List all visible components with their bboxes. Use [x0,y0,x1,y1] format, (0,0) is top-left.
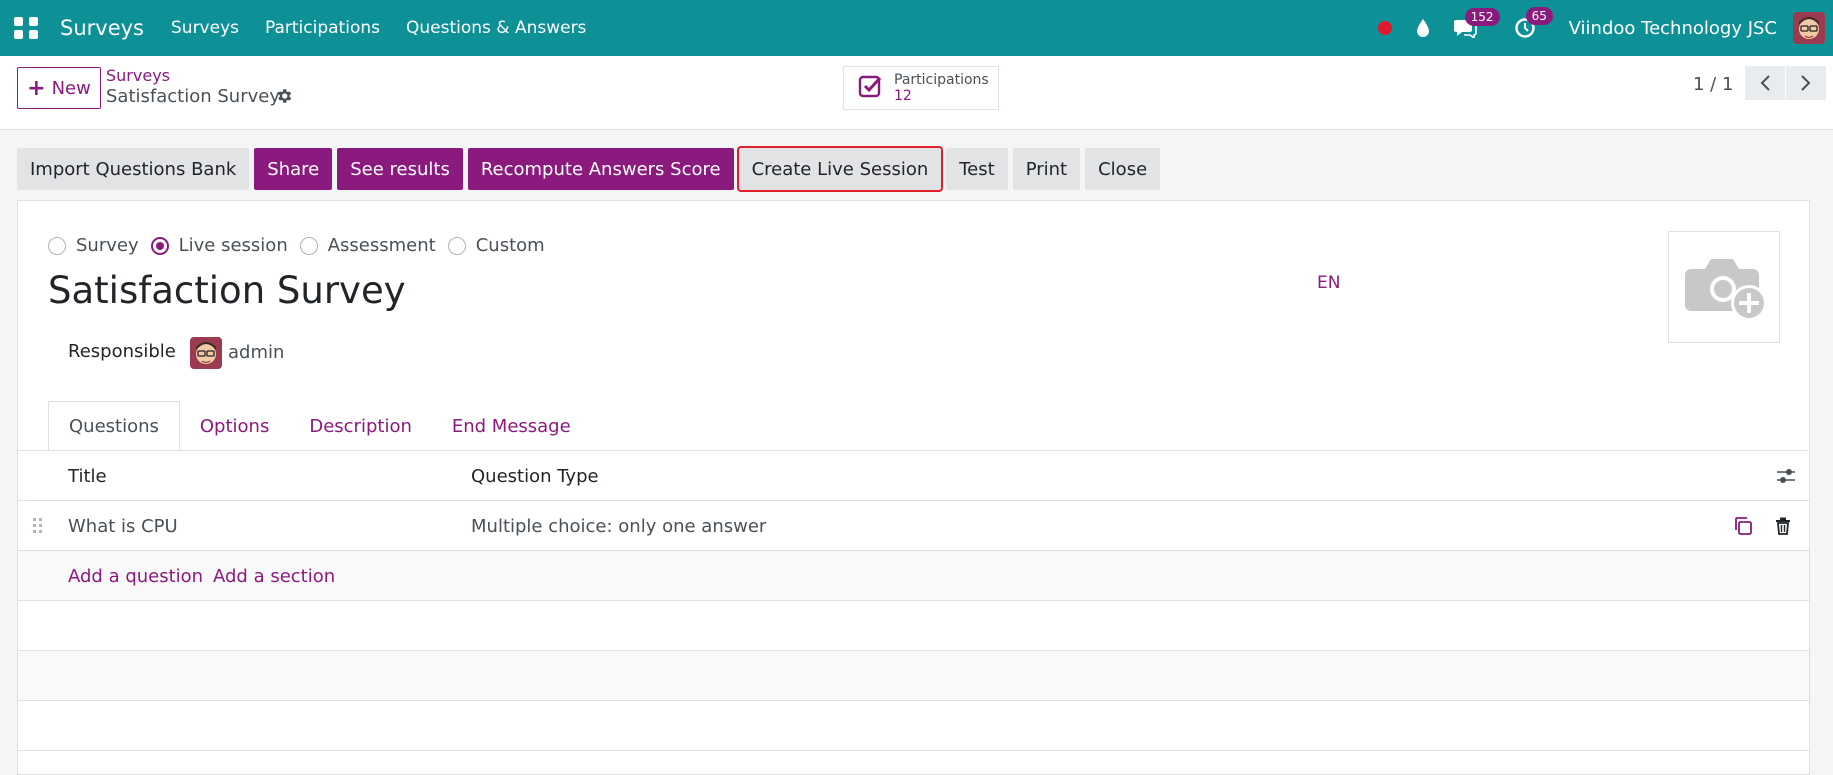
radio-label: Survey [76,235,139,256]
camera-add-icon [1685,259,1767,321]
chevron-left-icon [1760,75,1770,91]
breadcrumb-surveys[interactable]: Surveys [106,66,170,85]
tab-options[interactable]: Options [180,401,289,451]
test-button[interactable]: Test [946,148,1008,190]
user-avatar[interactable] [1793,12,1825,44]
recompute-answers-score-button[interactable]: Recompute Answers Score [467,148,734,190]
import-questions-bank-button[interactable]: Import Questions Bank [17,148,250,190]
activities-icon[interactable]: 65 [1514,7,1553,39]
checkbox-check-icon [858,74,884,102]
form-tabs: Questions Options Description End Messag… [48,401,591,451]
radio-survey[interactable]: Survey [48,235,139,256]
record-status-icon[interactable] [1377,20,1393,36]
new-button-label: New [51,77,91,99]
question-type-cell[interactable]: Multiple choice: only one answer [471,501,766,551]
optional-columns-icon[interactable] [1776,451,1796,501]
radio-circle-selected[interactable] [150,236,169,255]
questions-table: Title Question Type What is CPU Multiple… [18,451,1809,751]
drop-icon[interactable] [1415,18,1431,38]
form-sheet: Survey Live session Assessment Custom Sa… [17,200,1810,775]
menu-participations[interactable]: Participations [265,18,380,38]
table-row[interactable]: What is CPU Multiple choice: only one an… [18,501,1809,551]
radio-label: Assessment [327,235,436,256]
table-header-row: Title Question Type [18,451,1809,501]
plus-icon: + [27,75,46,101]
radio-label: Live session [178,235,288,256]
add-section-link[interactable]: Add a section [213,551,335,601]
responsible-avatar [190,337,222,369]
radio-label: Custom [475,235,545,256]
smart-button-value: 12 [894,88,912,104]
radio-circle[interactable] [48,236,66,255]
radio-assessment[interactable]: Assessment [299,235,436,256]
radio-circle[interactable] [299,236,318,255]
close-button[interactable]: Close [1085,148,1161,190]
drag-handle-icon[interactable] [32,501,44,551]
empty-table-row [18,651,1809,701]
menu-surveys[interactable]: Surveys [171,18,239,38]
radio-circle[interactable] [447,236,466,255]
activities-badge: 65 [1525,7,1553,25]
messages-icon[interactable]: 152 [1453,8,1500,38]
tab-questions[interactable]: Questions [48,401,180,451]
participations-smart-button[interactable]: Participations 12 [843,66,999,110]
pager-previous-button[interactable] [1745,66,1785,100]
responsible-name-field[interactable]: admin [228,342,284,363]
app-brand[interactable]: Surveys [60,16,144,40]
company-switcher[interactable]: Viindoo Technology JSC [1569,18,1777,39]
gear-icon[interactable] [275,87,293,109]
empty-table-row [18,701,1809,751]
pager-next-button[interactable] [1786,66,1826,100]
control-panel: + New Surveys Satisfaction Survey Partic… [0,56,1833,130]
survey-type-radio-group: Survey Live session Assessment Custom [48,235,557,256]
survey-title-input[interactable]: Satisfaction Survey [48,269,406,312]
language-button[interactable]: EN [1317,273,1340,293]
create-live-session-button[interactable]: Create Live Session [736,146,944,192]
form-action-bar: Import Questions Bank Share See results … [17,146,1165,192]
chevron-right-icon [1801,75,1811,91]
breadcrumb-current: Satisfaction Survey [106,86,280,107]
add-line-row: Add a question Add a section [18,551,1809,601]
column-header-title[interactable]: Title [68,451,107,501]
question-title-cell[interactable]: What is CPU [68,501,178,551]
radio-live-session[interactable]: Live session [150,235,288,256]
new-button[interactable]: + New [17,67,101,109]
column-header-question-type[interactable]: Question Type [471,451,599,501]
tab-end-message[interactable]: End Message [432,401,591,451]
tab-description[interactable]: Description [289,401,432,451]
top-navbar: Surveys Surveys Participations Questions… [0,0,1833,56]
apps-menu-icon[interactable] [14,15,40,41]
pager-value[interactable]: 1 / 1 [1693,74,1733,95]
radio-custom[interactable]: Custom [447,235,545,256]
add-question-link[interactable]: Add a question [68,551,203,601]
responsible-label: Responsible [68,341,176,362]
messages-badge: 152 [1464,8,1500,26]
menu-questions-answers[interactable]: Questions & Answers [406,18,586,38]
empty-table-row [18,601,1809,651]
see-results-button[interactable]: See results [337,148,463,190]
trash-icon[interactable] [1775,501,1791,551]
print-button[interactable]: Print [1012,148,1081,190]
smart-button-label: Participations [894,72,989,88]
share-button[interactable]: Share [254,148,333,190]
survey-image-upload[interactable] [1668,231,1780,343]
duplicate-icon[interactable] [1733,501,1753,551]
